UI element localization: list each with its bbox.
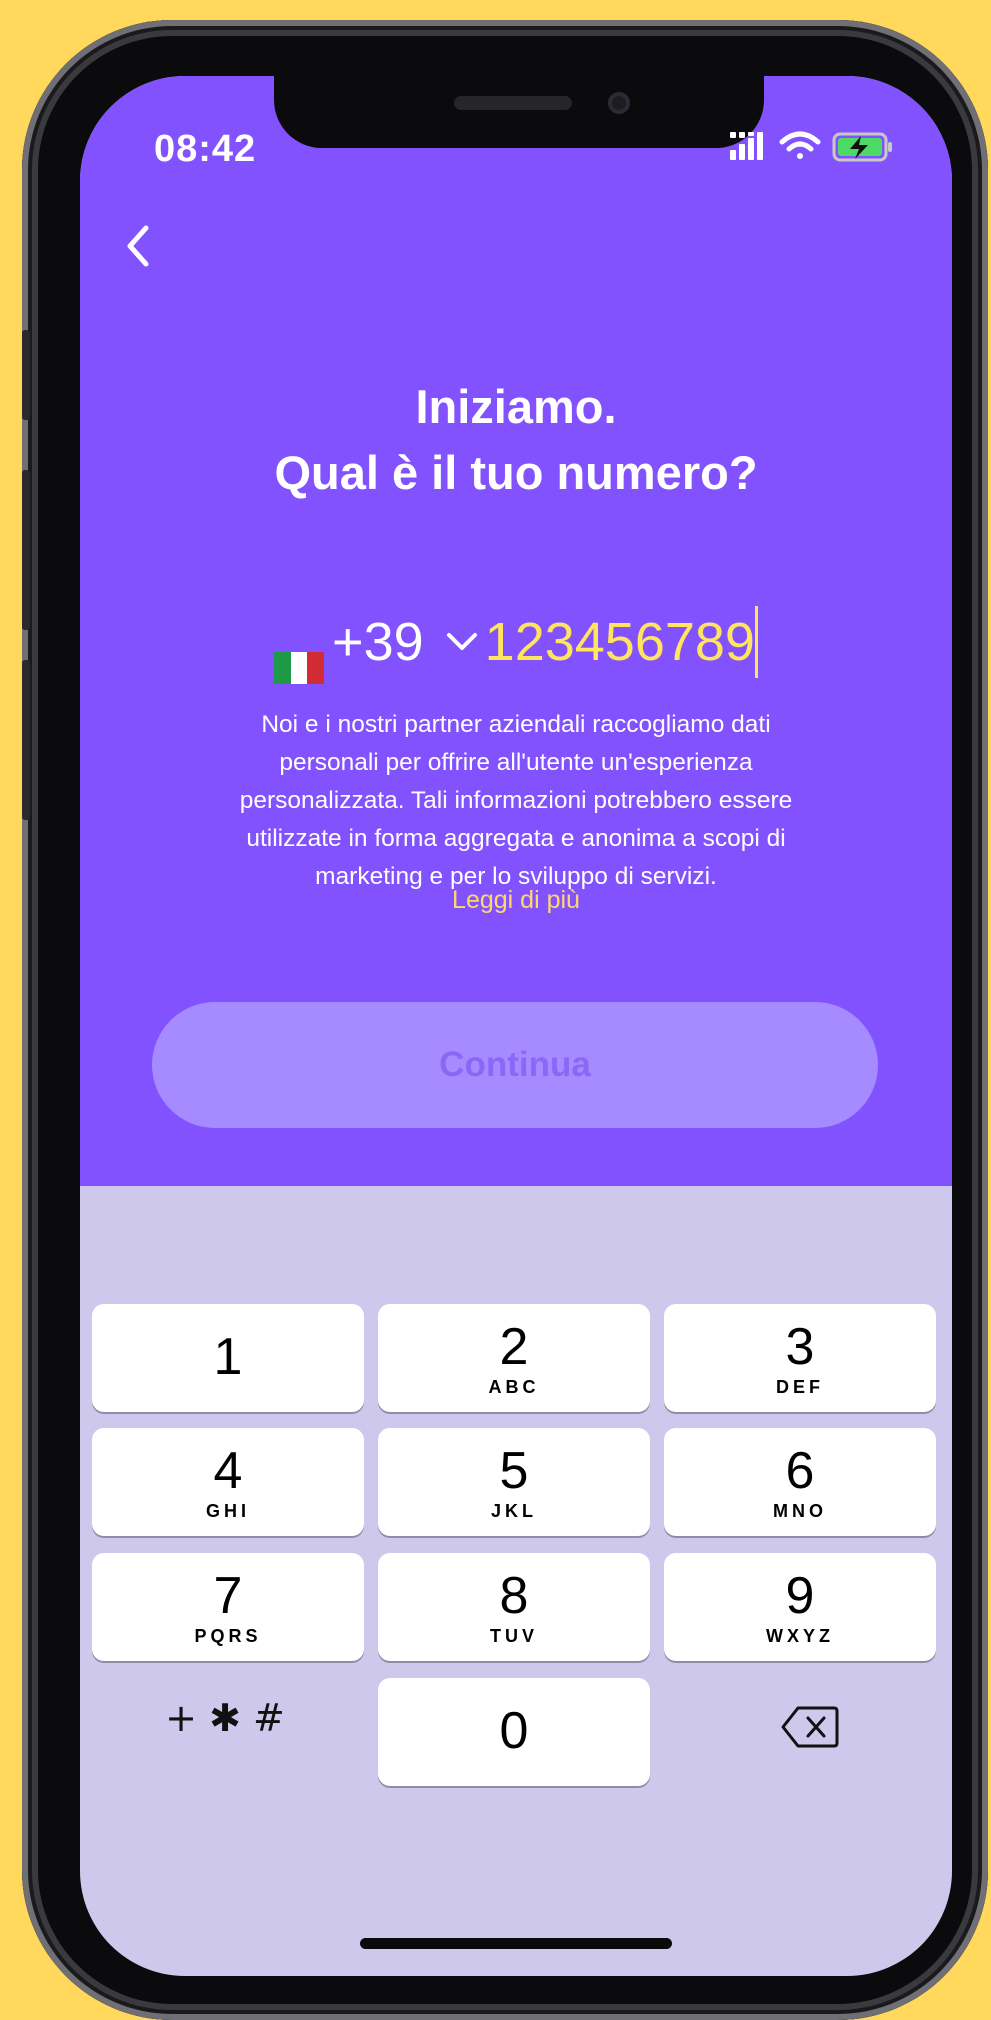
key-digit: 9 xyxy=(785,1567,815,1625)
battery-icon xyxy=(832,132,892,162)
key-0[interactable]: 0 xyxy=(378,1678,650,1786)
key-3[interactable]: 3 DEF xyxy=(664,1304,936,1412)
country-code-selector[interactable]: +39 xyxy=(332,612,424,672)
key-letters: WXYZ xyxy=(766,1626,834,1646)
camera xyxy=(608,92,630,114)
text-cursor xyxy=(754,605,758,678)
key-digit: 5 xyxy=(499,1442,529,1500)
key-digit: 1 xyxy=(213,1328,243,1386)
volume-button xyxy=(22,470,30,630)
read-more-link[interactable]: Leggi di più xyxy=(80,886,952,915)
key-letters: DEF xyxy=(776,1377,824,1397)
key-6[interactable]: 6 MNO xyxy=(664,1428,936,1536)
notch xyxy=(274,76,764,148)
key-4[interactable]: 4 GHI xyxy=(92,1428,364,1536)
screen: 08:42 Iniziamo. Qual è il tuo numero? +3… xyxy=(80,76,952,1976)
disclaimer-line: utilizzate in forma aggregata e anonima … xyxy=(246,825,786,852)
home-indicator[interactable] xyxy=(360,1938,672,1949)
key-1[interactable]: 1 xyxy=(92,1304,364,1412)
key-8[interactable]: 8 TUV xyxy=(378,1553,650,1661)
symbols-key[interactable]: + ✱ # xyxy=(80,1696,370,1740)
title-line: Qual è il tuo numero? xyxy=(274,446,758,499)
backspace-icon[interactable] xyxy=(780,1704,840,1750)
content-area: 08:42 Iniziamo. Qual è il tuo numero? +3… xyxy=(80,76,952,1186)
key-letters: JKL xyxy=(490,1501,537,1521)
key-letters: ABC xyxy=(488,1377,540,1397)
key-7[interactable]: 7 PQRS xyxy=(92,1553,364,1661)
key-digit: 4 xyxy=(213,1442,243,1500)
back-chevron-icon[interactable] xyxy=(110,216,170,276)
key-digit: 3 xyxy=(785,1318,815,1376)
italy-flag-icon[interactable] xyxy=(274,626,324,684)
key-letters: PQRS xyxy=(194,1626,262,1646)
volume-button xyxy=(22,660,30,820)
continue-button[interactable]: Continua xyxy=(152,1002,878,1128)
title-line: Iniziamo. xyxy=(415,380,617,433)
key-digit: 8 xyxy=(499,1567,529,1625)
signal-icon xyxy=(730,132,763,160)
phone-number-row: +39 123456789 xyxy=(80,602,952,684)
disclaimer-line: Noi e i nostri partner aziendali raccogl… xyxy=(261,711,771,738)
key-letters: MNO xyxy=(773,1501,827,1521)
key-2[interactable]: 2 ABC xyxy=(378,1304,650,1412)
key-9[interactable]: 9 WXYZ xyxy=(664,1553,936,1661)
disclaimer-line: personalizzata. Tali informazioni potreb… xyxy=(239,787,793,814)
wifi-icon xyxy=(779,131,821,159)
status-icons xyxy=(730,131,892,162)
disclaimer-line: personali per offrire all'utente un'espe… xyxy=(279,749,753,776)
key-digit: 6 xyxy=(785,1442,815,1500)
status-time: 08:42 xyxy=(154,128,257,170)
phone-number-input[interactable]: 123456789 xyxy=(485,612,755,672)
key-digit: 0 xyxy=(499,1702,529,1760)
privacy-disclaimer: Noi e i nostri partner aziendali raccogl… xyxy=(150,706,882,896)
key-letters: TUV xyxy=(490,1626,538,1646)
page-title: Iniziamo. Qual è il tuo numero? xyxy=(80,374,952,506)
chevron-down-icon[interactable] xyxy=(445,631,479,653)
volume-button xyxy=(22,330,30,420)
key-digit: 7 xyxy=(213,1567,243,1625)
key-letters: GHI xyxy=(205,1501,250,1521)
key-digit: 2 xyxy=(499,1318,529,1376)
speaker xyxy=(454,96,572,110)
key-5[interactable]: 5 JKL xyxy=(378,1428,650,1536)
